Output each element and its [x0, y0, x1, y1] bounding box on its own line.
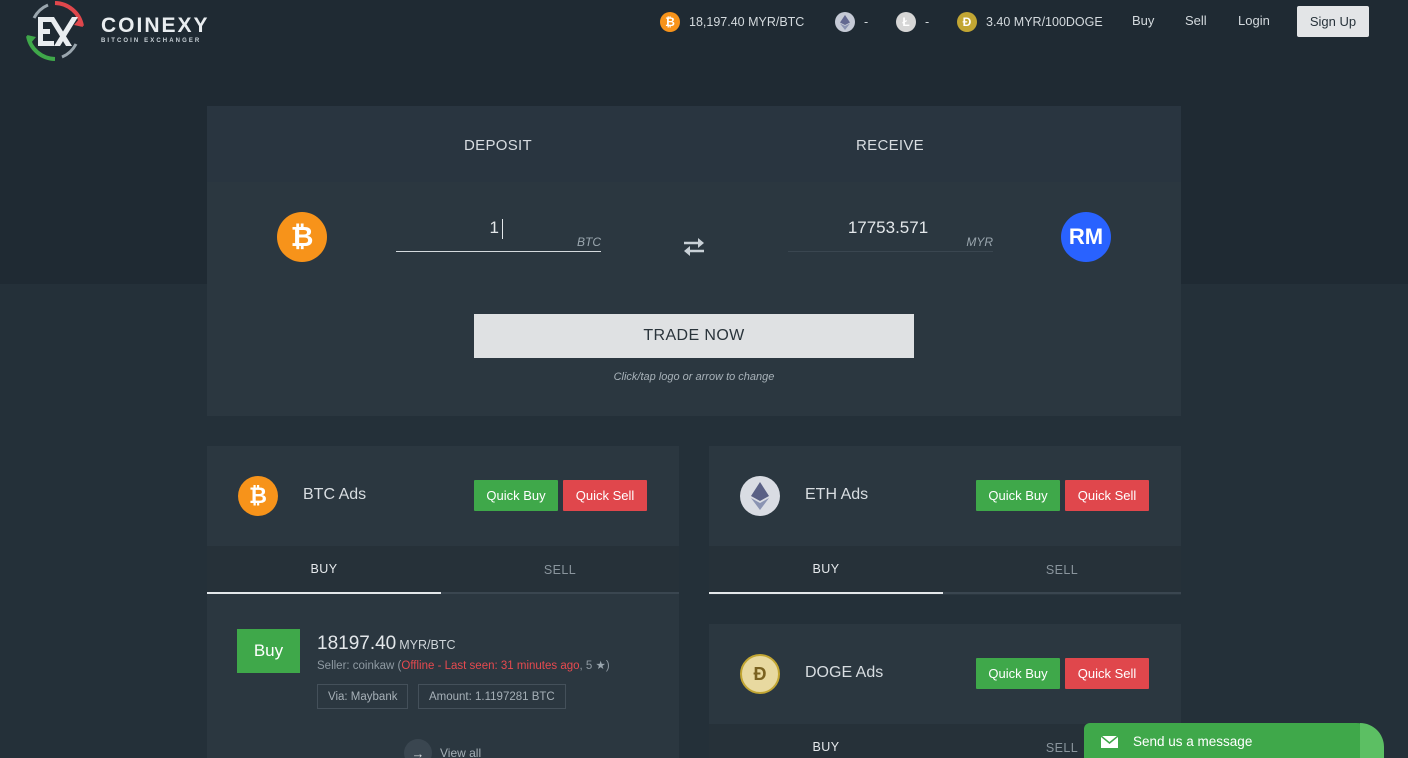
- ticker-btc: ₿ 18,197.40 MYR/BTC: [660, 11, 804, 33]
- chat-label: Send us a message: [1133, 734, 1253, 749]
- deposit-amount-input[interactable]: 1 BTC: [396, 212, 601, 252]
- doge-ads-header: Ð DOGE Ads Quick Buy Quick Sell: [709, 624, 1181, 724]
- nav-login-link[interactable]: Login: [1238, 13, 1270, 28]
- eth-quick-buy-button[interactable]: Quick Buy: [976, 480, 1060, 511]
- eth-ads-tabs: BUY SELL: [709, 546, 1181, 594]
- btc-quick-sell-button[interactable]: Quick Sell: [563, 480, 647, 511]
- btc-ads-tabs: BUY SELL: [207, 546, 679, 594]
- chat-widget-button[interactable]: Send us a message: [1084, 723, 1384, 758]
- logo-mark-icon: [26, 1, 84, 61]
- deposit-coin-bitcoin-icon[interactable]: ₿: [277, 212, 327, 262]
- btc-tab-sell[interactable]: SELL: [443, 546, 677, 594]
- receive-title: RECEIVE: [856, 137, 924, 154]
- receive-amount-value: 17753.571: [847, 218, 929, 237]
- eth-ads-title: ETH Ads: [805, 486, 869, 503]
- deposit-amount-value: 1: [490, 218, 503, 239]
- deposit-title: DEPOSIT: [464, 137, 532, 154]
- star-icon: ★: [592, 660, 606, 672]
- eth-tab-sell[interactable]: SELL: [945, 546, 1179, 594]
- receive-amount-input[interactable]: 17753.571 MYR: [788, 212, 993, 252]
- exchanger-header: DEPOSIT RECEIVE: [207, 106, 1181, 182]
- eth-ads-header: ETH Ads Quick Buy Quick Sell: [709, 446, 1181, 546]
- ethereum-icon: [740, 476, 780, 516]
- ticker-eth-text: -: [864, 15, 869, 29]
- bitcoin-icon: ₿: [660, 12, 680, 32]
- receive-underline: [788, 251, 993, 252]
- ticker-ltc: Ł -: [896, 11, 929, 33]
- eth-quick-sell-button[interactable]: Quick Sell: [1065, 480, 1149, 511]
- btc-view-all-link[interactable]: → View all: [404, 739, 481, 758]
- litecoin-icon: Ł: [896, 12, 916, 32]
- btc-tab-buy[interactable]: BUY: [207, 546, 441, 594]
- trade-now-button[interactable]: TRADE NOW: [474, 314, 914, 358]
- deposit-unit: BTC: [577, 235, 601, 249]
- bitcoin-icon: ₿: [238, 476, 278, 516]
- btc-ads-header: ₿ BTC Ads Quick Buy Quick Sell: [207, 446, 679, 546]
- ticker-ltc-text: -: [925, 15, 930, 29]
- envelope-icon: [1101, 736, 1118, 748]
- eth-ads-card: ETH Ads Quick Buy Quick Sell BUY SELL: [709, 446, 1181, 595]
- btc-ads-title: BTC Ads: [303, 486, 367, 503]
- chat-corner: [1360, 723, 1384, 758]
- ad-price: 18197.40 MYR/BTC: [317, 633, 456, 654]
- doge-ads-title: DOGE Ads: [805, 664, 884, 681]
- exchanger-panel: DEPOSIT RECEIVE ₿ 1 BTC 17753.571 MYR RM…: [207, 106, 1181, 416]
- coinexy-logo[interactable]: COINEXY BITCOIN EXCHANGER: [24, 0, 224, 64]
- ad-amount: Amount: 1.1197281 BTC: [418, 684, 566, 709]
- ad-seller-info: Seller: coinkaw (Offline - Last seen: 31…: [317, 660, 610, 672]
- nav-sell-link[interactable]: Sell: [1185, 13, 1207, 28]
- ethereum-icon: [835, 12, 855, 32]
- brand-tagline: BITCOIN EXCHANGER: [101, 38, 202, 44]
- ticker-doge-text: 3.40 MYR/100DOGE: [986, 15, 1103, 29]
- doge-tab-buy[interactable]: BUY: [709, 724, 943, 758]
- signup-button[interactable]: Sign Up: [1297, 6, 1369, 37]
- deposit-underline: [396, 251, 601, 252]
- ad-payment-method: Via: Maybank: [317, 684, 409, 709]
- dogecoin-icon: Ð: [957, 12, 977, 32]
- arrow-right-icon: →: [404, 739, 432, 758]
- doge-quick-sell-button[interactable]: Quick Sell: [1065, 658, 1149, 689]
- ticker-eth: -: [835, 11, 868, 33]
- btc-quick-buy-button[interactable]: Quick Buy: [474, 480, 558, 511]
- seller-status: Offline - Last seen: 31 minutes ago: [401, 660, 580, 672]
- swap-arrows-icon[interactable]: [680, 234, 708, 260]
- btc-ads-card: ₿ BTC Ads Quick Buy Quick Sell BUY SELL …: [207, 446, 679, 758]
- dogecoin-icon: Ð: [740, 654, 780, 694]
- brand-name: COINEXY: [101, 14, 210, 37]
- receive-unit: MYR: [966, 235, 993, 249]
- ticker-doge: Ð 3.40 MYR/100DOGE: [957, 11, 1103, 33]
- top-navbar: COINEXY BITCOIN EXCHANGER ₿ 18,197.40 MY…: [0, 0, 1408, 64]
- ad-buy-button[interactable]: Buy: [237, 629, 300, 673]
- btc-ad-listing: Buy 18197.40 MYR/BTC Seller: coinkaw (Off…: [237, 629, 657, 719]
- ticker-btc-text: 18,197.40 MYR/BTC: [689, 15, 805, 29]
- nav-buy-link[interactable]: Buy: [1132, 13, 1154, 28]
- receive-coin-rm-icon[interactable]: RM: [1061, 212, 1111, 262]
- doge-quick-buy-button[interactable]: Quick Buy: [976, 658, 1060, 689]
- exchanger-hint: Click/tap logo or arrow to change: [613, 371, 775, 383]
- eth-tab-buy[interactable]: BUY: [709, 546, 943, 594]
